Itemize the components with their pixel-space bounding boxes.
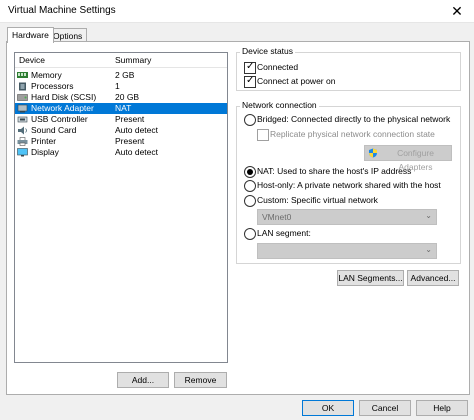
add-button[interactable]: Add... [117,372,169,388]
chevron-down-icon: ⌄ [425,211,432,220]
device-name: Printer [31,136,57,146]
device-name: Display [31,147,59,157]
device-row-printer[interactable]: Printer Present [15,136,227,147]
device-row-network-adapter[interactable]: Network Adapter NAT [15,103,227,114]
column-summary[interactable]: Summary [115,55,151,65]
host-only-label[interactable]: Host-only: A private network shared with… [257,180,441,190]
device-summary: Auto detect [115,147,159,157]
cancel-label: Cancel [371,403,399,413]
device-summary: Auto detect [115,125,159,135]
custom-network-value: VMnet0 [262,212,292,222]
ok-label: OK [321,403,335,413]
device-name: USB Controller [31,114,88,124]
connected-label[interactable]: Connected [257,62,298,72]
hard-disk-icon [17,94,28,101]
connected-checkbox[interactable] [244,61,256,74]
device-name: Network Adapter [31,103,94,113]
title-bar: Virtual Machine Settings ✕ [0,0,474,23]
sound-card-icon [18,126,27,135]
device-summary: NAT [115,103,132,113]
lan-segment-select[interactable]: ⌄ [257,243,437,259]
nat-label[interactable]: NAT: Used to share the host's IP address [257,166,411,176]
device-summary: Present [115,136,145,146]
custom-radio[interactable] [244,195,256,207]
device-status-title: Device status [240,46,296,56]
device-summary: 1 [115,81,120,91]
device-name: Memory [31,70,62,80]
help-label: Help [433,403,451,413]
replicate-checkbox[interactable] [257,129,269,141]
tab-hardware[interactable]: Hardware [7,27,54,43]
bridged-radio[interactable] [244,114,256,126]
advanced-button[interactable]: Advanced... [407,270,459,286]
custom-network-select[interactable]: VMnet0 ⌄ [257,209,437,225]
column-device[interactable]: Device [19,55,45,65]
device-row-memory[interactable]: Memory 2 GB [15,70,227,81]
device-summary: Present [115,114,145,124]
cancel-button[interactable]: Cancel [359,400,411,416]
advanced-label: Advanced... [410,273,456,283]
lan-segment-label[interactable]: LAN segment: [257,228,311,238]
tab-hardware-label: Hardware [12,30,49,40]
device-row-processors[interactable]: Processors 1 [15,81,227,92]
lan-segments-label: LAN Segments... [338,273,403,283]
add-label: Add... [131,375,155,385]
device-summary: 20 GB [115,92,140,102]
connect-power-on-label[interactable]: Connect at power on [257,76,335,86]
usb-icon [17,116,28,123]
help-button[interactable]: Help [416,400,468,416]
custom-label[interactable]: Custom: Specific virtual network [257,195,378,205]
device-row-sound-card[interactable]: Sound Card Auto detect [15,125,227,136]
device-row-hard-disk[interactable]: Hard Disk (SCSI) 20 GB [15,92,227,103]
device-row-display[interactable]: Display Auto detect [15,147,227,158]
bridged-label[interactable]: Bridged: Connected directly to the physi… [257,114,450,124]
printer-icon [17,137,28,146]
chevron-down-icon: ⌄ [425,245,432,254]
window-title: Virtual Machine Settings [8,5,116,16]
shield-icon [369,148,377,158]
lan-segments-button[interactable]: LAN Segments... [337,270,404,286]
tab-options-label: Options [53,31,83,41]
connect-power-on-checkbox[interactable] [244,75,256,88]
ok-button[interactable]: OK [302,400,354,416]
nat-radio[interactable] [244,166,256,178]
remove-button[interactable]: Remove [174,372,227,388]
device-name: Processors [31,81,74,91]
network-adapter-icon [17,104,28,113]
device-name: Sound Card [31,125,77,135]
device-row-usb-controller[interactable]: USB Controller Present [15,114,227,125]
device-name: Hard Disk (SCSI) [31,92,97,102]
device-summary: 2 GB [115,70,135,80]
close-icon[interactable]: ✕ [448,2,466,20]
processor-icon [19,82,26,91]
remove-label: Remove [184,375,217,385]
configure-adapters-button[interactable]: Configure Adapters [364,145,452,172]
memory-icon [17,72,28,78]
host-only-radio[interactable] [244,180,256,192]
device-list-header: Device Summary [15,53,227,68]
network-connection-title: Network connection [240,100,319,110]
replicate-label[interactable]: Replicate physical network connection st… [270,129,435,139]
lan-segment-radio[interactable] [244,228,256,240]
device-list[interactable]: Device Summary Memory 2 GB Processors 1 … [14,52,228,363]
display-icon [17,148,28,157]
